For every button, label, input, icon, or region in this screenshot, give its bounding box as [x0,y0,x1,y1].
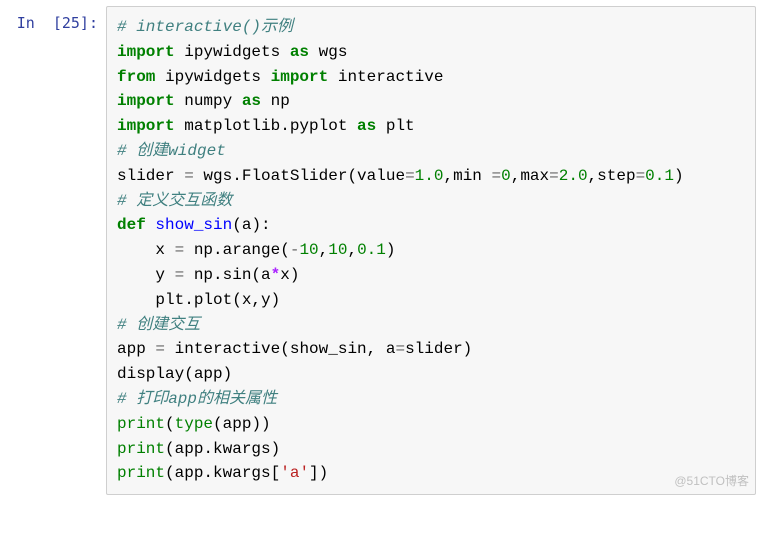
number: 2.0 [559,167,588,185]
builtin-print: print [117,415,165,433]
keyword-from: from [117,68,155,86]
builtin-type: type [175,415,213,433]
code-token: (a): [232,216,270,234]
operator: = [184,167,194,185]
code-comment: # 打印app的相关属性 [117,390,277,408]
code-token: np.arange( [184,241,290,259]
notebook-cell: In [25]: # interactive()示例 import ipywid… [6,6,756,495]
number: 10 [328,241,347,259]
code-token: ipywidgets [155,68,270,86]
number: 1.0 [415,167,444,185]
watermark: @51CTO博客 [674,472,749,491]
input-prompt: In [25]: [6,6,106,32]
operator: = [636,167,646,185]
code-token: ,max [511,167,549,185]
code-token: (app.kwargs[ [165,464,280,482]
indent [117,291,155,309]
code-token: y [155,266,174,284]
operator: = [405,167,415,185]
code-token: , [319,241,329,259]
keyword-as: as [290,43,309,61]
number: 0.1 [645,167,674,185]
code-token: plt [376,117,414,135]
code-comment: # interactive()示例 [117,18,293,36]
code-input-area[interactable]: # interactive()示例 import ipywidgets as w… [106,6,756,495]
operator: = [175,266,185,284]
string: 'a' [280,464,309,482]
operator-star: * [271,266,281,284]
indent [117,266,155,284]
code-token: ) [386,241,396,259]
code-token: slider [117,167,184,185]
code-token: ) [674,167,684,185]
code-token: slider) [405,340,472,358]
keyword-import: import [117,117,175,135]
code-comment: # 创建交互 [117,316,200,334]
code-token: app [117,340,155,358]
code-token: plt.plot(x,y) [155,291,280,309]
code-token: (app.kwargs) [165,440,280,458]
keyword-import: import [117,92,175,110]
code-token: ,step [588,167,636,185]
operator: = [492,167,502,185]
code-token: ,min [443,167,491,185]
operator: = [549,167,559,185]
code-comment: # 创建widget [117,142,226,160]
keyword-as: as [242,92,261,110]
code-token: , [347,241,357,259]
operator: - [290,241,300,259]
number: 0 [501,167,511,185]
code-token: ( [165,415,175,433]
function-name: show_sin [155,216,232,234]
code-token: ipywidgets [175,43,290,61]
code-token: ]) [309,464,328,482]
number: 10 [299,241,318,259]
operator: = [395,340,405,358]
code-token: interactive [328,68,443,86]
code-token: wgs.FloatSlider(value [194,167,405,185]
code-token: wgs [309,43,347,61]
number: 0.1 [357,241,386,259]
code-token: (app)) [213,415,271,433]
code-token: interactive(show_sin, a [165,340,395,358]
operator: = [175,241,185,259]
keyword-import: import [271,68,329,86]
code-token: matplotlib.pyplot [175,117,357,135]
code-token: x [155,241,174,259]
code-token: display(app) [117,365,232,383]
code-token: x) [280,266,299,284]
code-token: np [261,92,290,110]
indent [117,241,155,259]
keyword-def: def [117,216,146,234]
builtin-print: print [117,440,165,458]
code-token: numpy [175,92,242,110]
code-token: np.sin(a [184,266,270,284]
keyword-import: import [117,43,175,61]
code-comment: # 定义交互函数 [117,192,232,210]
keyword-as: as [357,117,376,135]
code-token [146,216,156,234]
operator: = [155,340,165,358]
builtin-print: print [117,464,165,482]
